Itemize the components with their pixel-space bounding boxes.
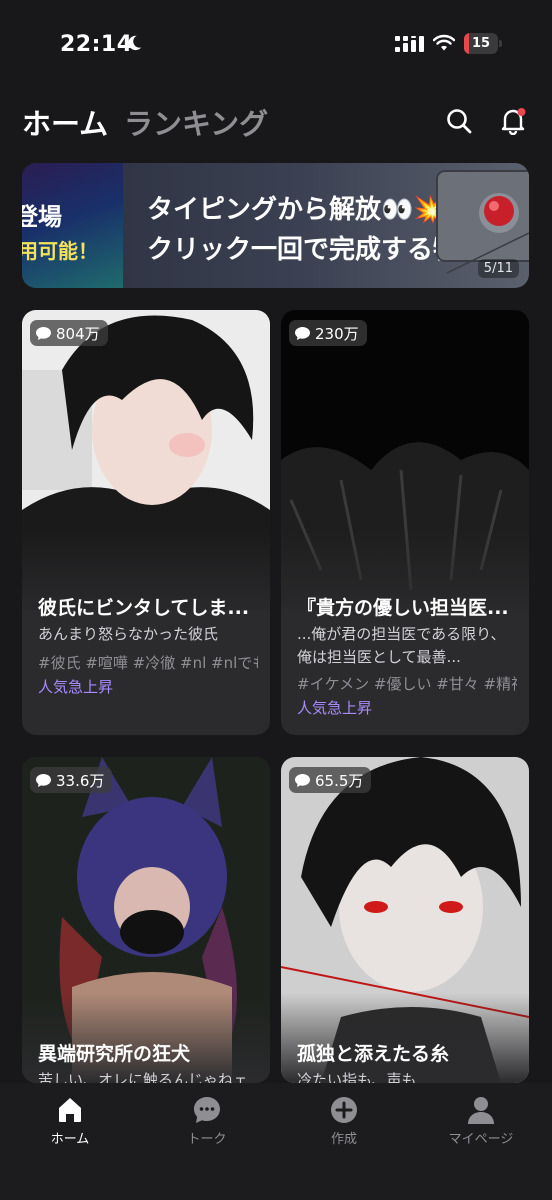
- nav-talk[interactable]: トーク: [152, 1095, 262, 1155]
- trending-label: 人気急上昇: [297, 699, 373, 717]
- status-bar: 22:14 15: [0, 0, 552, 90]
- chat-icon: [194, 1097, 220, 1123]
- card-tags: #イケメン #優しい #甘々 #精神: [297, 675, 517, 693]
- notification-bell-icon[interactable]: [499, 107, 527, 135]
- story-card[interactable]: 804万 彼氏にビンタしてしま... あんまり怒らなかった彼氏 #彼氏 #喧嘩 …: [22, 310, 270, 735]
- card-description: ...俺が君の担当医である限り、俺は担当医として最善...: [297, 625, 506, 666]
- nav-mypage[interactable]: マイページ: [426, 1095, 536, 1155]
- story-card[interactable]: 65.5万 孤独と添えたる糸 冷たい指も、声も: [281, 757, 529, 1083]
- user-icon: [468, 1097, 494, 1124]
- view-count: 230万: [315, 324, 359, 343]
- comment-icon: [36, 773, 51, 787]
- nav-create[interactable]: 作成: [289, 1095, 399, 1155]
- banner-page-indicator: 5/11: [477, 259, 519, 278]
- cellular-signal-icon: [395, 36, 424, 52]
- card-description: 苦しい、オレに触るんじゃねェ: [38, 1071, 249, 1083]
- comment-icon: [295, 773, 310, 787]
- nav-home-label: ホーム: [50, 1132, 90, 1147]
- battery-indicator: 15: [464, 33, 502, 54]
- card-title: 孤独と添えたる糸: [297, 1043, 450, 1065]
- wifi-icon: [433, 34, 455, 51]
- card-title: 『貴方の優しい担当医...: [297, 597, 509, 619]
- view-count: 804万: [56, 324, 100, 343]
- search-icon[interactable]: [445, 107, 473, 135]
- card-tags: #彼氏 #喧嘩 #冷徹 #nl #nlでも: [38, 654, 258, 672]
- notification-dot: [517, 108, 526, 116]
- card-title: 異端研究所の狂犬: [38, 1043, 191, 1065]
- comment-icon: [36, 326, 51, 340]
- nav-mypage-label: マイページ: [448, 1132, 514, 1147]
- tab-home[interactable]: ホーム: [22, 101, 108, 143]
- trending-label: 人気急上昇: [38, 678, 114, 696]
- banner-thumb-subtext: 用可能！: [22, 239, 98, 263]
- story-card[interactable]: 230万 『貴方の優しい担当医... ...俺が君の担当医である限り、俺は担当医…: [281, 310, 529, 735]
- view-count-badge: 230万: [289, 320, 367, 346]
- banner-thumb-text: 登場: [22, 203, 62, 231]
- bottom-navigation: ホーム トーク 作成 マイページ: [0, 1083, 552, 1200]
- home-icon: [59, 1098, 81, 1122]
- plus-circle-icon: [331, 1097, 357, 1123]
- view-count-badge: 65.5万: [289, 767, 372, 793]
- nav-talk-label: トーク: [187, 1132, 227, 1147]
- card-title: 彼氏にビンタしてしま...: [38, 597, 250, 619]
- view-count-badge: 804万: [30, 320, 108, 346]
- promo-banner[interactable]: 登場 用可能！ タイピングから解放👀💥 クリック一回で完成する物語 5/11: [22, 163, 529, 288]
- banner-thumbnail: 登場 用可能！: [22, 163, 123, 288]
- story-card[interactable]: 33.6万 異端研究所の狂犬 苦しい、オレに触るんじゃねェ: [22, 757, 270, 1083]
- view-count: 65.5万: [315, 771, 364, 790]
- card-description: あんまり怒らなかった彼氏: [38, 625, 219, 643]
- banner-headline: タイピングから解放👀💥: [147, 195, 446, 225]
- status-time: 22:14: [60, 32, 133, 57]
- view-count: 33.6万: [56, 771, 105, 790]
- moon-icon: [128, 35, 142, 51]
- nav-home[interactable]: ホーム: [15, 1095, 125, 1155]
- view-count-badge: 33.6万: [30, 767, 113, 793]
- comment-icon: [295, 326, 310, 340]
- tab-ranking[interactable]: ランキング: [124, 101, 268, 143]
- top-header: ホーム ランキング: [0, 95, 552, 145]
- nav-create-label: 作成: [330, 1132, 357, 1147]
- battery-percent: 15: [471, 36, 491, 51]
- card-description: 冷たい指も、声も: [297, 1071, 417, 1083]
